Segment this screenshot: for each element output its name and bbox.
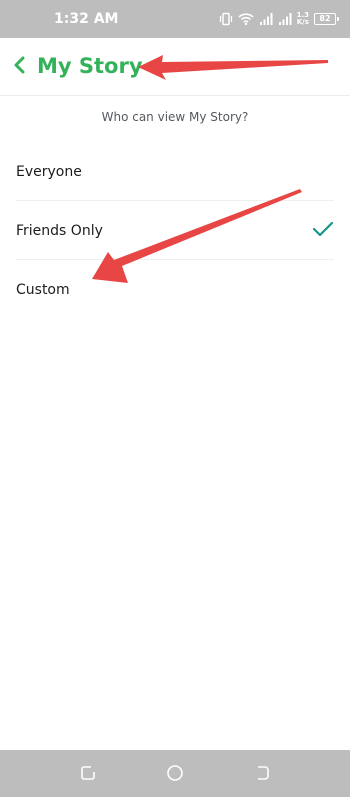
net-speed: 1.3 K/s [297,12,309,26]
section-subtitle: Who can view My Story? [101,110,249,124]
option-label: Friends Only [16,223,103,239]
option-friends-only[interactable]: Friends Only [16,201,334,260]
battery-icon: 82 [314,13,339,25]
option-label: Custom [16,282,70,298]
vibrate-icon [219,12,233,26]
home-button[interactable] [165,763,185,783]
back-button[interactable] [10,54,30,80]
signal-icon [259,12,273,26]
option-label: Everyone [16,164,82,180]
recents-icon [78,766,98,787]
option-everyone[interactable]: Everyone [16,142,334,201]
wifi-icon [238,12,254,26]
signal-icon [278,12,292,26]
page-title: My Story [37,54,143,78]
recents-button[interactable] [78,763,98,783]
visibility-options: Everyone Friends Only Custom [0,142,350,319]
net-speed-unit: K/s [296,18,309,26]
header: My Story [0,38,350,96]
back-icon [252,766,272,787]
battery-level: 82 [319,14,331,23]
home-icon [165,765,185,787]
status-bar: 1:32 AM 1.3 K/s 82 [0,0,350,38]
status-icons: 1.3 K/s 82 [219,9,339,29]
chevron-left-icon [13,56,27,79]
status-time: 1:32 AM [54,11,119,27]
checkmark-icon [312,220,334,238]
system-back-button[interactable] [252,763,272,783]
navigation-bar [0,750,350,797]
option-custom[interactable]: Custom [16,260,334,319]
